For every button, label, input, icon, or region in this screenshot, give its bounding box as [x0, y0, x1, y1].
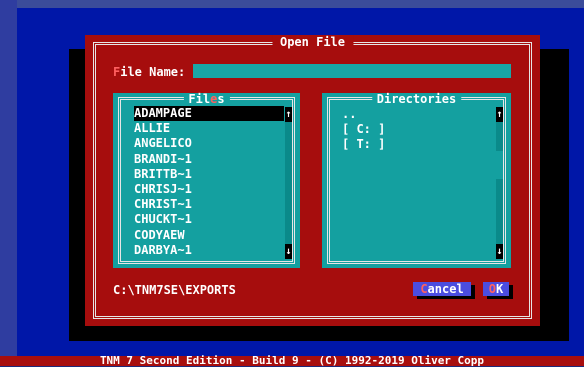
directories-panel-title: Directories [371, 93, 462, 105]
cancel-button[interactable]: Cancel [413, 282, 471, 296]
directories-list[interactable]: ..[ C: ][ T: ] [342, 107, 385, 153]
file-item[interactable]: DARBYA~1 [134, 243, 284, 258]
filename-label: File Name: [113, 65, 185, 79]
directories-scroll-track[interactable] [496, 122, 503, 244]
file-item[interactable]: BRANDI~1 [134, 152, 284, 167]
directories-scroll-gap [496, 151, 503, 179]
file-item[interactable]: CHUCKT~1 [134, 212, 284, 227]
files-title-pre: Fil [188, 92, 211, 106]
down-arrow-icon[interactable]: ↓ [285, 244, 292, 259]
top-strip [0, 0, 584, 8]
directories-scrollbar[interactable]: ↑ ↓ [496, 107, 503, 259]
directories-panel: Directories ..[ C: ][ T: ] ↑ ↓ [322, 93, 511, 268]
filename-label-text: ile Name: [120, 65, 186, 79]
files-scroll-track[interactable] [285, 122, 292, 244]
files-title-hotkey: e [210, 92, 218, 106]
file-item[interactable]: ALLIE [134, 121, 284, 136]
files-title-post: s [217, 92, 225, 106]
files-panel: Files ADAMPAGE ALLIE ANGELICO BRANDI~1 BRITT… [113, 93, 300, 268]
down-arrow-icon[interactable]: ↓ [496, 244, 503, 259]
directory-item[interactable]: [ T: ] [342, 137, 385, 152]
status-bar: TNM 7 Second Edition - Build 9 - (C) 199… [0, 354, 584, 367]
ok-label: K [496, 282, 504, 296]
files-panel-title: Files [183, 92, 230, 106]
up-arrow-icon[interactable]: ↑ [496, 107, 503, 122]
directory-item[interactable]: [ C: ] [342, 122, 385, 137]
current-path: C:\TNM7SE\EXPORTS [113, 283, 236, 297]
cancel-hotkey: C [420, 282, 428, 296]
files-scrollbar[interactable]: ↑ ↓ [285, 107, 292, 259]
ok-button[interactable]: OK [483, 282, 509, 296]
up-arrow-icon[interactable]: ↑ [285, 107, 292, 122]
files-list[interactable]: ADAMPAGE ALLIE ANGELICO BRANDI~1 BRITTB~1 CHR… [134, 106, 284, 258]
left-strip [0, 0, 17, 356]
open-file-dialog: Open File File Name: Files ADAMPAGE ALLIE… [85, 35, 540, 326]
file-item[interactable]: CODYAEW [134, 228, 284, 243]
dialog-title: Open File [271, 35, 354, 49]
cancel-label: ancel [427, 282, 464, 296]
file-item[interactable]: ANGELICO [134, 136, 284, 151]
status-text: TNM 7 Second Edition - Build 9 - (C) 199… [99, 354, 485, 367]
file-item[interactable]: CHRIST~1 [134, 197, 284, 212]
filename-input[interactable] [193, 64, 511, 78]
ok-hotkey: O [488, 282, 496, 296]
file-item-selected[interactable]: ADAMPAGE [134, 106, 284, 122]
file-item[interactable]: BRITTB~1 [134, 167, 284, 182]
file-item[interactable]: CHRISJ~1 [134, 182, 284, 197]
directory-item[interactable]: .. [342, 107, 385, 122]
